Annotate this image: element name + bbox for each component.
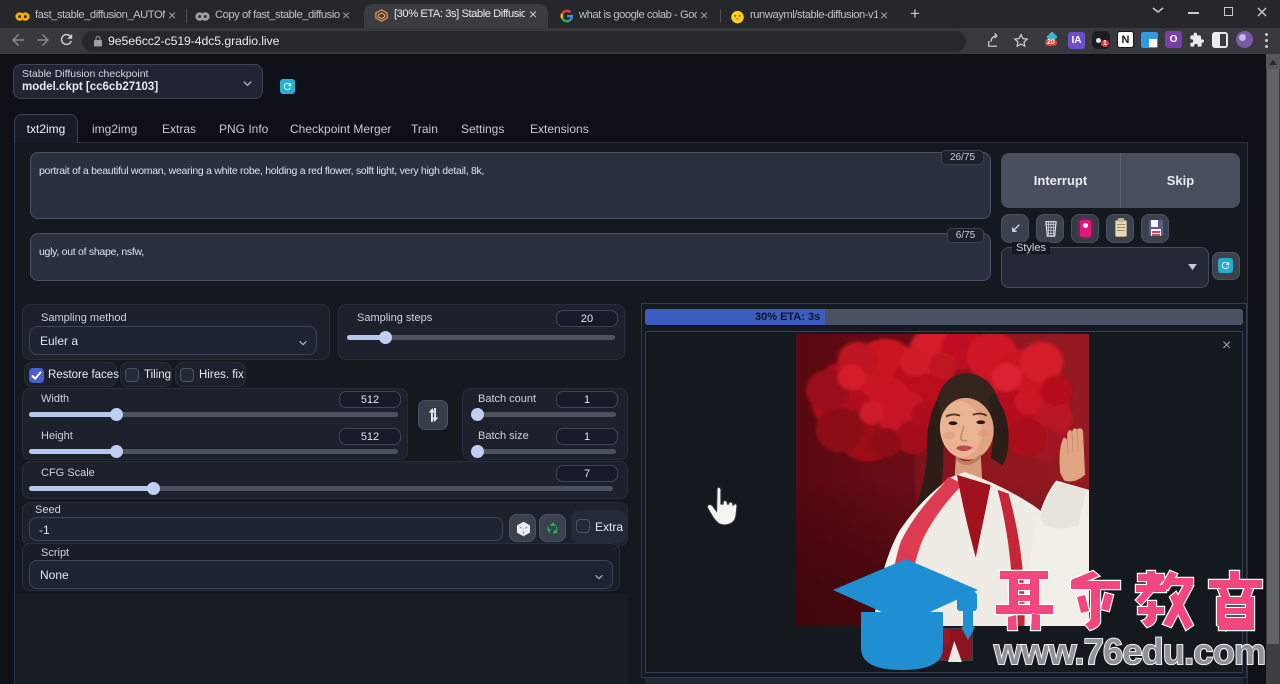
svg-text:www.76edu.com: www.76edu.com (993, 631, 1266, 672)
